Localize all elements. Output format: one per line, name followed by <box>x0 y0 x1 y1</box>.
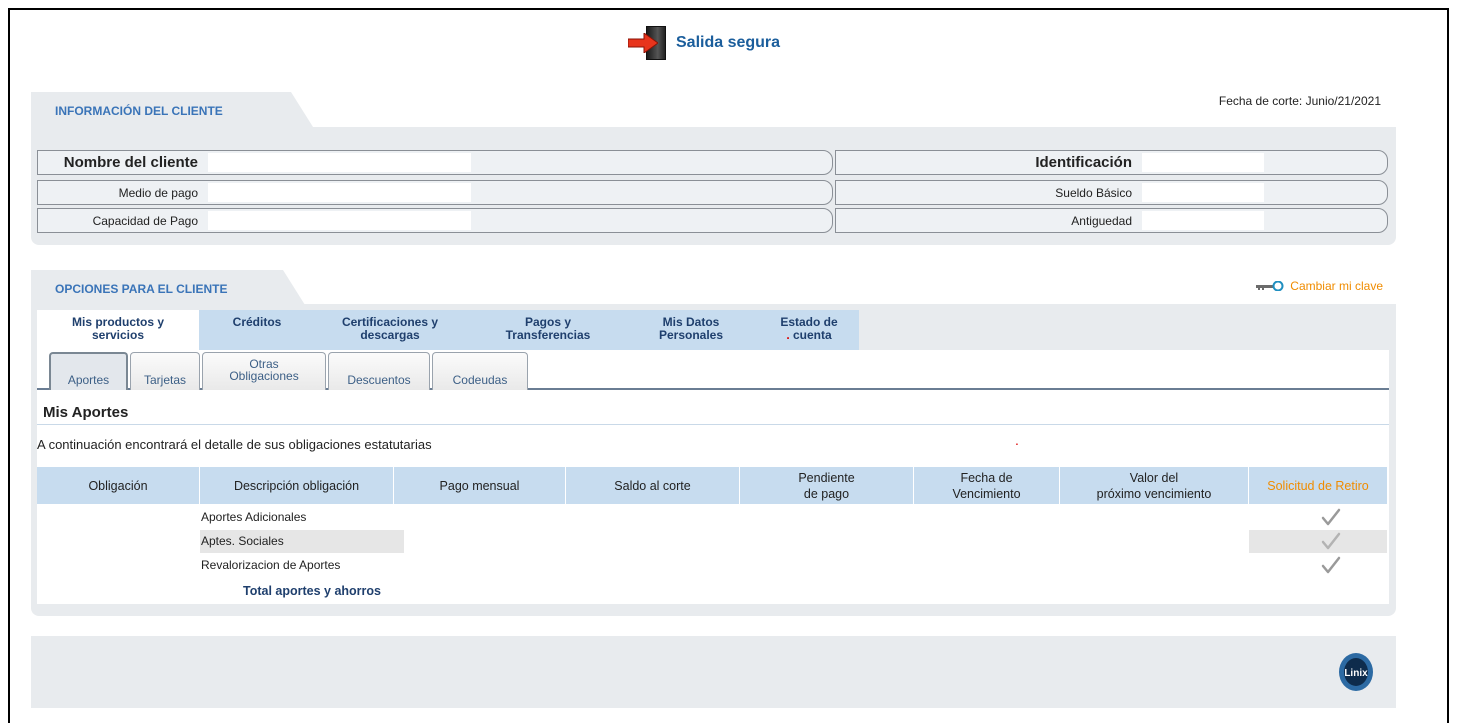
row-descripcion: Aportes Adicionales <box>201 510 307 524</box>
table-row: Aportes Adicionales <box>37 506 1387 529</box>
column-header: Obligación <box>37 467 200 504</box>
field-label: Capacidad de Pago <box>92 213 198 228</box>
total-aportes-label: Total aportes y ahorros <box>243 584 381 598</box>
tab-creditos[interactable]: Créditos <box>207 310 307 350</box>
field-value <box>1142 211 1264 230</box>
field-value <box>1142 153 1264 172</box>
field-medio-pago: Medio de pago <box>37 180 833 205</box>
check-icon[interactable] <box>1320 530 1342 552</box>
subtab-codeudas[interactable]: Codeudas <box>432 352 528 390</box>
red-dot-icon: . <box>1015 432 1019 448</box>
column-header: Pendiente de pago <box>740 467 914 504</box>
tab-label: Transferencias <box>505 328 591 342</box>
tab-label: servicios <box>91 328 145 342</box>
main-tab-bar: Mis productos y servicios Créditos Certi… <box>37 310 859 350</box>
cambiar-clave-label[interactable]: Cambiar mi clave <box>1290 279 1383 293</box>
aportes-table-header: Obligación Descripción obligación Pago m… <box>37 467 1387 504</box>
fecha-corte: Fecha de corte: Junio/21/2021 <box>1219 94 1381 108</box>
section-tab-opciones: OPCIONES PARA EL CLIENTE <box>31 270 305 305</box>
tab-certificaciones[interactable]: Certificaciones y descargas <box>315 310 465 350</box>
field-label: Nombre del cliente <box>63 154 198 171</box>
linix-logo: Linix <box>1339 653 1373 691</box>
subtab-label: Codeudas <box>452 373 508 387</box>
column-header: Valor del próximo vencimiento <box>1060 467 1249 504</box>
subtab-label: Aportes <box>67 373 110 387</box>
section-title-cliente: INFORMACIÓN DEL CLIENTE <box>55 104 223 118</box>
tab-pagos[interactable]: Pagos y Transferencias <box>475 310 621 350</box>
field-sueldo: Sueldo Básico <box>835 180 1388 205</box>
subtab-descuentos[interactable]: Descuentos <box>328 352 430 390</box>
field-value <box>208 211 471 230</box>
field-value <box>1142 183 1264 202</box>
row-shade <box>1249 530 1387 553</box>
key-icon <box>1256 281 1284 291</box>
column-header: Saldo al corte <box>566 467 740 504</box>
tab-mis-productos[interactable]: Mis productos y servicios <box>37 310 199 350</box>
check-icon[interactable] <box>1320 506 1342 528</box>
mis-aportes-title: Mis Aportes <box>37 404 1389 425</box>
tab-estado-cuenta[interactable]: Estado de . cuenta <box>759 310 859 350</box>
client-info-panel: Nombre del cliente Medio de pago Capacid… <box>31 127 1396 245</box>
tab-label: Créditos <box>232 315 282 329</box>
aportes-description: A continuación encontrará el detalle de … <box>37 437 432 452</box>
exit-label[interactable]: Salida segura <box>676 34 780 52</box>
subtab-label: Obligaciones <box>229 368 299 383</box>
row-descripcion: Revalorizacion de Aportes <box>201 558 341 572</box>
field-label: Identificación <box>1035 154 1132 171</box>
row-descripcion: Aptes. Sociales <box>200 530 404 553</box>
check-icon[interactable] <box>1320 554 1342 576</box>
red-dot-icon: . <box>786 328 790 342</box>
column-header: Descripción obligación <box>200 467 394 504</box>
subtab-tarjetas[interactable]: Tarjetas <box>130 352 200 390</box>
field-label: Medio de pago <box>118 185 198 200</box>
tab-label: Personales <box>658 328 724 342</box>
column-header: Pago mensual <box>394 467 566 504</box>
subtab-label: Tarjetas <box>143 373 187 387</box>
field-value <box>208 183 471 202</box>
fecha-value: Junio/21/2021 <box>1305 94 1381 108</box>
subtab-otras-obligaciones[interactable]: Otras Obligaciones <box>202 352 326 390</box>
field-label: Antiguedad <box>1071 213 1132 228</box>
column-header: Fecha de Vencimiento <box>914 467 1060 504</box>
tab-label: cuenta <box>793 328 832 342</box>
table-row: Revalorizacion de Aportes <box>37 554 1387 577</box>
aportes-content: Mis Aportes A continuación encontrará el… <box>37 390 1389 604</box>
field-capacidad-pago: Capacidad de Pago <box>37 208 833 233</box>
svg-text:Linix: Linix <box>1344 668 1368 679</box>
subtab-label: Descuentos <box>347 373 411 387</box>
sub-tab-bar: Aportes Tarjetas Otras Obligaciones Desc… <box>37 350 1389 390</box>
column-header-retiro: Solicitud de Retiro <box>1267 478 1369 493</box>
field-antiguedad: Antiguedad <box>835 208 1388 233</box>
tab-label: descargas <box>360 328 420 342</box>
cambiar-clave-link[interactable]: Cambiar mi clave <box>1255 279 1383 293</box>
field-label: Sueldo Básico <box>1055 185 1132 200</box>
subtab-aportes[interactable]: Aportes <box>49 352 128 390</box>
fecha-label: Fecha de corte: <box>1218 94 1303 108</box>
field-identificacion: Identificación <box>835 150 1388 175</box>
salida-segura-link[interactable]: Salida segura <box>628 26 780 60</box>
subtab-label: Otras <box>249 356 279 371</box>
field-value <box>208 153 471 172</box>
table-row: Aptes. Sociales <box>37 530 1387 553</box>
section-title-opciones: OPCIONES PARA EL CLIENTE <box>55 282 228 296</box>
exit-door-icon <box>628 26 670 60</box>
field-nombre: Nombre del cliente <box>37 150 833 175</box>
section-tab-cliente: INFORMACIÓN DEL CLIENTE <box>31 92 313 127</box>
footer-bar: Linix <box>31 636 1396 708</box>
tab-mis-datos[interactable]: Mis Datos Personales <box>631 310 751 350</box>
